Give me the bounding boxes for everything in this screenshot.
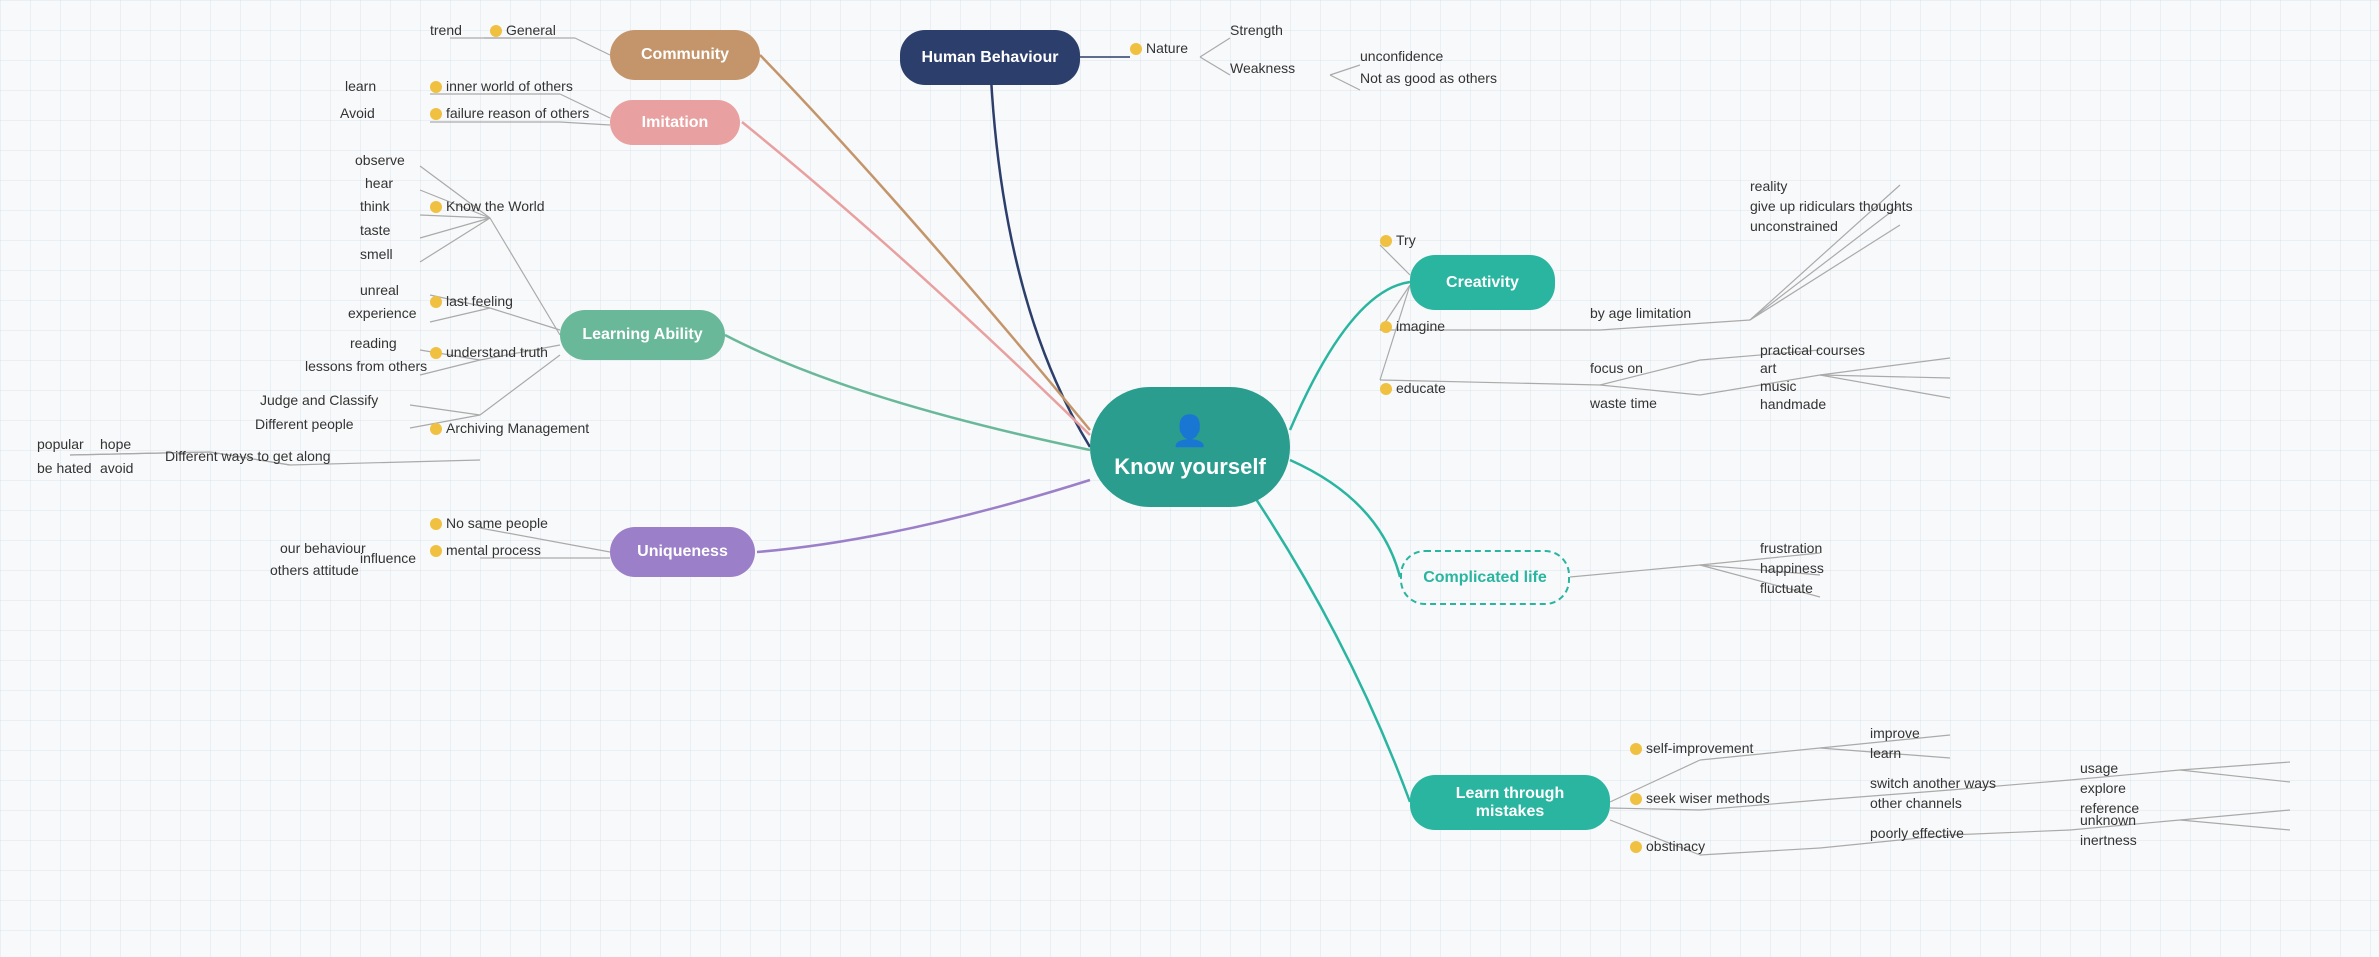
- label-archiving: Archiving Management: [430, 420, 589, 436]
- label-inner-world: inner world of others: [430, 78, 573, 94]
- label-be-hated: be hated: [37, 460, 92, 476]
- label-lessons: lessons from others: [305, 358, 427, 374]
- label-learn2: learn: [1870, 745, 1901, 761]
- label-unconfidence: unconfidence: [1360, 48, 1443, 64]
- label-waste-time: waste time: [1590, 395, 1657, 411]
- label-avoid2: avoid: [100, 460, 133, 476]
- label-self-improvement: self-improvement: [1630, 740, 1753, 756]
- label-different-ways: Different ways to get along: [165, 448, 331, 464]
- label-usage: usage: [2080, 760, 2118, 776]
- label-educate: educate: [1380, 380, 1446, 396]
- label-influence: influence: [360, 550, 416, 566]
- label-strength: Strength: [1230, 22, 1283, 38]
- label-unconstrained: unconstrained: [1750, 218, 1838, 234]
- label-not-as-good: Not as good as others: [1360, 70, 1497, 86]
- label-others-attitude: others attitude: [270, 562, 359, 578]
- label-fluctuate: fluctuate: [1760, 580, 1813, 596]
- node-complicated-life: Complicated life: [1400, 550, 1570, 605]
- node-human-behaviour: Human Behaviour: [900, 30, 1080, 85]
- label-different-people: Different people: [255, 416, 354, 432]
- label-explore: explore: [2080, 780, 2126, 796]
- label-popular: popular: [37, 436, 84, 452]
- label-think: think: [360, 198, 390, 214]
- label-last-feeling: last feeling: [430, 293, 513, 309]
- label-weakness: Weakness: [1230, 60, 1295, 76]
- label-our-behaviour: our behaviour: [280, 540, 366, 556]
- center-icon: 👤: [1171, 414, 1208, 449]
- node-learning-ability: Learning Ability: [560, 310, 725, 360]
- label-happiness: happiness: [1760, 560, 1824, 576]
- label-know-world: Know the World: [430, 198, 545, 214]
- node-uniqueness: Uniqueness: [610, 527, 755, 577]
- label-judge-classify: Judge and Classify: [260, 392, 378, 408]
- label-failure-reason: failure reason of others: [430, 105, 589, 121]
- center-label: Know yourself: [1114, 454, 1266, 480]
- label-no-same-people: No same people: [430, 515, 548, 531]
- node-imitation: Imitation: [610, 100, 740, 145]
- label-try: Try: [1380, 232, 1416, 248]
- label-improve: improve: [1870, 725, 1920, 741]
- label-reading: reading: [350, 335, 397, 351]
- label-other-channels: other channels: [1870, 795, 1962, 811]
- label-art: art: [1760, 360, 1776, 376]
- label-hope: hope: [100, 436, 131, 452]
- label-music: music: [1760, 378, 1797, 394]
- label-give-up: give up ridiculars thoughts: [1750, 198, 1913, 214]
- label-by-age: by age limitation: [1590, 305, 1691, 321]
- label-general: General: [490, 22, 556, 38]
- label-experience: experience: [348, 305, 417, 321]
- label-understand-truth: understand truth: [430, 344, 548, 360]
- label-hear: hear: [365, 175, 393, 191]
- label-unknown: unknown: [2080, 812, 2136, 828]
- label-handmade: handmade: [1760, 396, 1826, 412]
- label-switch-another: switch another ways: [1870, 775, 1996, 791]
- label-avoid: Avoid: [340, 105, 375, 121]
- label-reality: reality: [1750, 178, 1787, 194]
- label-learn: learn: [345, 78, 376, 94]
- label-seek-wiser: seek wiser methods: [1630, 790, 1770, 806]
- label-observe: observe: [355, 152, 405, 168]
- label-obstinacy: obstinacy: [1630, 838, 1705, 854]
- label-taste: taste: [360, 222, 390, 238]
- node-community: Community: [610, 30, 760, 80]
- label-poorly-effective: poorly effective: [1870, 825, 1964, 841]
- label-practical-courses: practical courses: [1760, 342, 1865, 358]
- label-mental-process: mental process: [430, 542, 541, 558]
- label-frustration: frustration: [1760, 540, 1822, 556]
- label-inertness: inertness: [2080, 832, 2137, 848]
- label-smell: smell: [360, 246, 393, 262]
- label-trend: trend: [430, 22, 462, 38]
- center-node: 👤 Know yourself: [1090, 387, 1290, 507]
- label-focus-on: focus on: [1590, 360, 1643, 376]
- node-learn-mistakes: Learn through mistakes: [1410, 775, 1610, 830]
- label-imagine: imagine: [1380, 318, 1445, 334]
- label-unreal: unreal: [360, 282, 399, 298]
- label-nature: Nature: [1130, 40, 1188, 56]
- node-creativity: Creativity: [1410, 255, 1555, 310]
